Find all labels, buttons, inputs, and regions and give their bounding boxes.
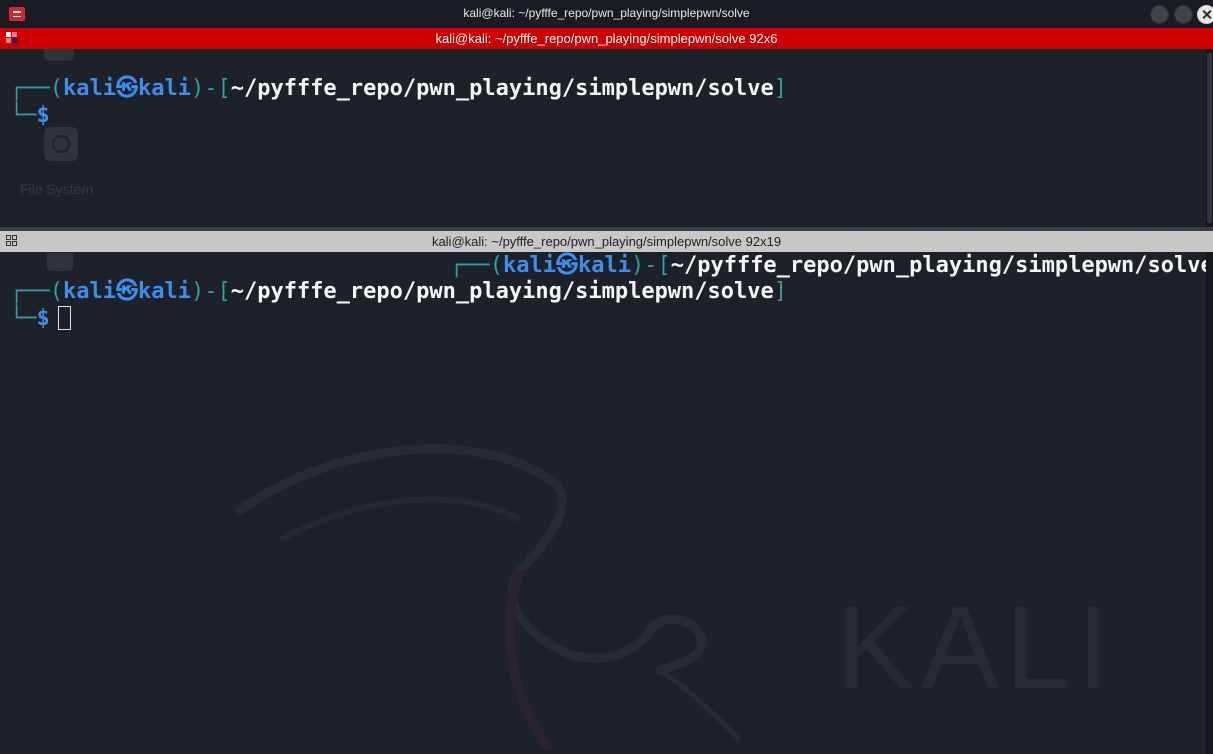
kali-skull-icon: ㉿ bbox=[115, 279, 138, 304]
prompt-frame: ┌──( bbox=[10, 279, 63, 304]
minimize-icon[interactable] bbox=[1150, 5, 1169, 24]
window-title: kali@kali: ~/pyfffe_repo/pwn_playing/sim… bbox=[463, 6, 750, 20]
kali-skull-icon: ㉿ bbox=[555, 253, 578, 278]
terminal-cursor[interactable] bbox=[57, 306, 71, 330]
kali-skull-icon: ㉿ bbox=[115, 76, 138, 101]
prompt-separator: )-[ bbox=[190, 279, 231, 304]
close-icon[interactable] bbox=[1197, 5, 1213, 24]
prompt-path: ~/pyfffe_repo/pwn_playing/simplepwn/solv… bbox=[230, 76, 774, 101]
prompt-user: kali bbox=[62, 279, 116, 304]
prompt-path: ~/pyfffe_repo/pwn_playing/simplepwn/solv… bbox=[670, 253, 1213, 278]
prompt-host: kali bbox=[577, 253, 631, 278]
prompt-user: kali bbox=[62, 76, 116, 101]
top-terminal-pane[interactable]: ┌──(kali㉿kali)-[~/pyfffe_repo/pwn_playin… bbox=[0, 49, 1210, 227]
prompt-host: kali bbox=[137, 279, 191, 304]
top-scroll-thumb[interactable] bbox=[1207, 53, 1212, 223]
bottom-pane-title: kali@kali: ~/pyfffe_repo/pwn_playing/sim… bbox=[431, 234, 782, 249]
prompt-path: ~/pyfffe_repo/pwn_playing/simplepwn/solv… bbox=[230, 279, 774, 304]
prompt-line-2: └─$ bbox=[10, 102, 50, 129]
prompt-host: kali bbox=[137, 76, 191, 101]
prompt-line-2: └─$ bbox=[10, 305, 71, 332]
prompt-frame-bottom: └─ bbox=[10, 103, 37, 128]
bottom-terminal-pane[interactable]: ┌──(kali㉿kali)-[~/pyfffe_repo/pwn_playin… bbox=[0, 252, 1213, 754]
prompt-close-bracket: ] bbox=[773, 76, 788, 101]
prompt-frame-bottom: └─ bbox=[10, 306, 37, 331]
prompt-line-1: ┌──(kali㉿kali)-[~/pyfffe_repo/pwn_playin… bbox=[10, 278, 787, 305]
prompt-frame: ┌──( bbox=[10, 76, 63, 101]
top-pane-scrollbar[interactable] bbox=[1206, 49, 1213, 227]
bottom-pane-header[interactable]: kali@kali: ~/pyfffe_repo/pwn_playing/sim… bbox=[0, 231, 1213, 252]
prompt-dollar: $ bbox=[36, 306, 50, 331]
window-titlebar[interactable]: kali@kali: ~/pyfffe_repo/pwn_playing/sim… bbox=[0, 0, 1213, 28]
prompt-frame: ┌──( bbox=[450, 253, 503, 278]
prompt-close-bracket: ] bbox=[773, 279, 788, 304]
prompt-separator: )-[ bbox=[630, 253, 671, 278]
prompt-line-1: ┌──(kali㉿kali)-[~/pyfffe_repo/pwn_playin… bbox=[10, 75, 787, 102]
prompt-dollar: $ bbox=[36, 103, 50, 128]
bottom-pane-scrollbar[interactable] bbox=[1206, 252, 1213, 754]
top-pane-header[interactable]: kali@kali: ~/pyfffe_repo/pwn_playing/sim… bbox=[0, 28, 1213, 49]
wrapped-prompt-line: ┌──(kali㉿kali)-[~/pyfffe_repo/pwn_playin… bbox=[450, 252, 1213, 279]
top-pane-title: kali@kali: ~/pyfffe_repo/pwn_playing/sim… bbox=[435, 31, 778, 46]
prompt-user: kali bbox=[502, 253, 556, 278]
maximize-icon[interactable] bbox=[1174, 5, 1193, 24]
prompt-separator: )-[ bbox=[190, 76, 231, 101]
